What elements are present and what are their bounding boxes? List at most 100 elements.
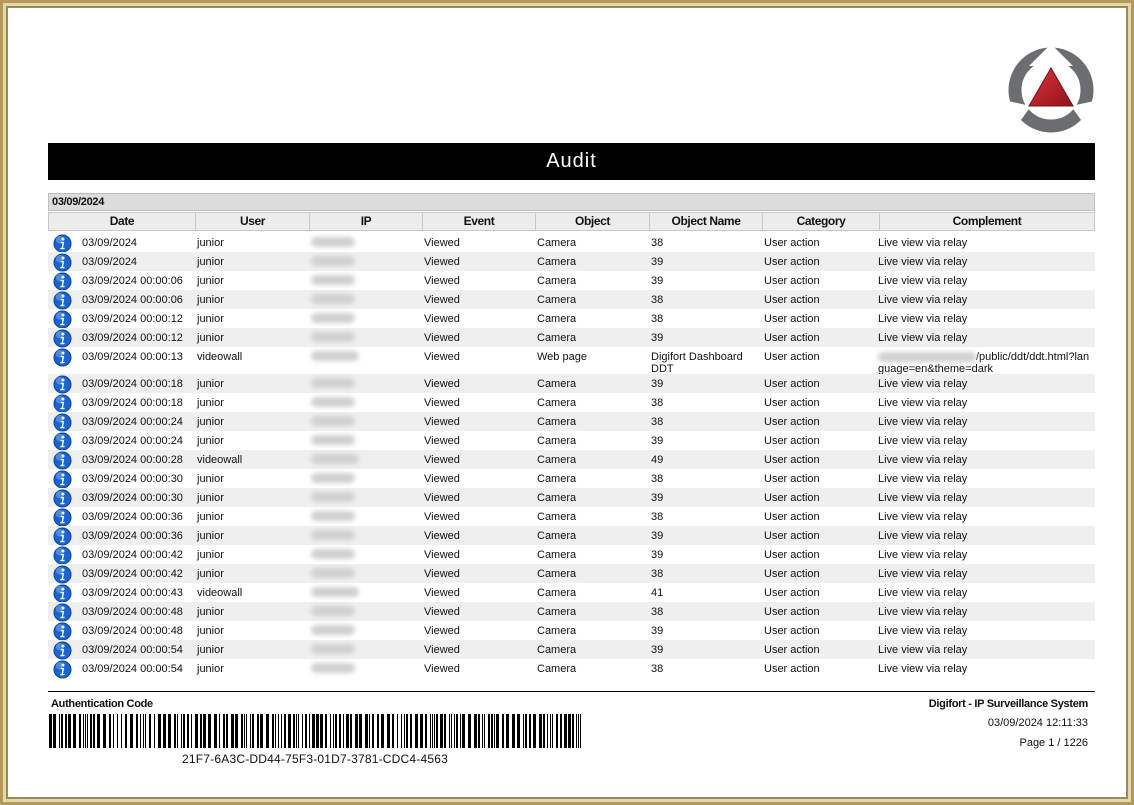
cell-category: User action: [764, 294, 820, 306]
cell-object: Camera: [537, 549, 577, 561]
table-row: 03/09/2024 00:00:06 junior Viewed Camera 39 U…: [48, 271, 1095, 291]
cell-event: Viewed: [424, 351, 460, 363]
info-icon: [53, 432, 72, 451]
cell-object: Camera: [537, 275, 577, 287]
table-row: 03/09/2024 00:00:43 videowall Viewed Camera…: [48, 583, 1095, 603]
cell-object: Camera: [537, 454, 577, 466]
redacted-blur: [311, 492, 355, 502]
cell-complement: Live view via relay: [878, 454, 968, 466]
cell-category: User action: [764, 644, 820, 656]
info-icon: [53, 375, 72, 394]
redacted-blur: [311, 275, 355, 285]
cell-category: User action: [764, 530, 820, 542]
cell-event: Viewed: [424, 332, 460, 344]
cell-object-name: 38: [651, 663, 664, 675]
cell-user: junior: [197, 237, 224, 249]
cell-object: Camera: [537, 587, 577, 599]
cell-object: Web page: [537, 351, 587, 363]
cell-user: junior: [197, 473, 224, 485]
cell-event: Viewed: [424, 663, 460, 675]
cell-object: Camera: [537, 663, 577, 675]
page-number: Page 1 / 1226: [1019, 737, 1088, 749]
cell-user: junior: [197, 416, 224, 428]
table-row: 03/09/2024 00:00:36 junior Viewed Camera 39 U…: [48, 526, 1095, 546]
column-header-event: Event: [423, 212, 536, 231]
table-row: 03/09/2024 00:00:24 junior Viewed Camera 39 U…: [48, 431, 1095, 451]
cell-category: User action: [764, 351, 820, 363]
cell-ip-redacted: [311, 397, 355, 410]
table-row: 03/09/2024 00:00:36 junior Viewed Camera 38 U…: [48, 507, 1095, 527]
cell-object-name: 39: [651, 530, 664, 542]
cell-ip-redacted: [311, 625, 355, 638]
cell-date: 03/09/2024 00:00:30: [82, 492, 183, 504]
cell-date: 03/09/2024 00:00:06: [82, 294, 183, 306]
cell-category: User action: [764, 454, 820, 466]
table-header: Date User IP Event Object Object Name Ca…: [48, 212, 1095, 231]
cell-event: Viewed: [424, 237, 460, 249]
cell-user: junior: [197, 313, 224, 325]
cell-object-name: 38: [651, 294, 664, 306]
cell-user: videowall: [197, 351, 243, 363]
cell-date: 03/09/2024 00:00:42: [82, 568, 183, 580]
info-icon: [53, 329, 72, 348]
redacted-blur: [311, 397, 355, 407]
info-icon: [53, 451, 72, 470]
cell-date: 03/09/2024 00:00:48: [82, 625, 183, 637]
cell-ip-redacted: [311, 313, 355, 326]
cell-ip-redacted: [311, 530, 355, 543]
cell-event: Viewed: [424, 530, 460, 542]
cell-object-name: 38: [651, 416, 664, 428]
table-row: 03/09/2024 00:00:18 junior Viewed Camera 39 U…: [48, 374, 1095, 394]
table-row: 03/09/2024 junior Viewed Camera 39 User actio…: [48, 252, 1095, 272]
table-body: 03/09/2024 junior Viewed Camera 38 User actio…: [48, 233, 1095, 679]
cell-object-name: 39: [651, 332, 664, 344]
redacted-blur: [311, 237, 355, 247]
redacted-blur: [311, 587, 359, 597]
table-row: 03/09/2024 00:00:24 junior Viewed Camera 38 U…: [48, 412, 1095, 432]
redacted-blur: [878, 352, 976, 363]
cell-object: Camera: [537, 644, 577, 656]
cell-complement: /public/ddt/ddt.html?language=en&theme=d…: [878, 351, 1093, 375]
cell-complement: Live view via relay: [878, 416, 968, 428]
cell-ip-redacted: [311, 256, 355, 269]
cell-event: Viewed: [424, 511, 460, 523]
cell-object-name: 39: [651, 492, 664, 504]
cell-ip-redacted: [311, 644, 355, 657]
cell-complement: Live view via relay: [878, 587, 968, 599]
cell-complement: Live view via relay: [878, 378, 968, 390]
cell-date: 03/09/2024 00:00:12: [82, 313, 183, 325]
cell-date: 03/09/2024 00:00:24: [82, 435, 183, 447]
cell-event: Viewed: [424, 473, 460, 485]
cell-ip-redacted: [311, 378, 355, 391]
redacted-blur: [311, 473, 355, 483]
cell-category: User action: [764, 313, 820, 325]
cell-object-name: 38: [651, 568, 664, 580]
info-icon: [53, 272, 72, 291]
table-row: 03/09/2024 junior Viewed Camera 38 User actio…: [48, 233, 1095, 253]
cell-ip-redacted: [311, 275, 355, 288]
cell-object-name: 38: [651, 473, 664, 485]
cell-category: User action: [764, 568, 820, 580]
cell-category: User action: [764, 435, 820, 447]
info-icon: [53, 603, 72, 622]
cell-ip-redacted: [311, 587, 359, 600]
cell-event: Viewed: [424, 492, 460, 504]
cell-user: junior: [197, 397, 224, 409]
auth-code: 21F7-6A3C-DD44-75F3-01D7-3781-CDC4-4563: [182, 752, 448, 766]
cell-event: Viewed: [424, 606, 460, 618]
cell-object: Camera: [537, 492, 577, 504]
table-row: 03/09/2024 00:00:30 junior Viewed Camera 38 U…: [48, 469, 1095, 489]
cell-event: Viewed: [424, 454, 460, 466]
info-icon: [53, 470, 72, 489]
system-name: Digifort - IP Surveillance System: [928, 698, 1089, 710]
cell-date: 03/09/2024 00:00:43: [82, 587, 183, 599]
report-page: Audit 03/09/2024 Date User IP Event Obje…: [0, 0, 1134, 805]
cell-date: 03/09/2024 00:00:48: [82, 606, 183, 618]
info-icon: [53, 394, 72, 413]
cell-object: Camera: [537, 378, 577, 390]
cell-category: User action: [764, 256, 820, 268]
redacted-blur: [311, 378, 355, 388]
info-icon: [53, 489, 72, 508]
cell-ip-redacted: [311, 473, 355, 486]
cell-object: Camera: [537, 416, 577, 428]
